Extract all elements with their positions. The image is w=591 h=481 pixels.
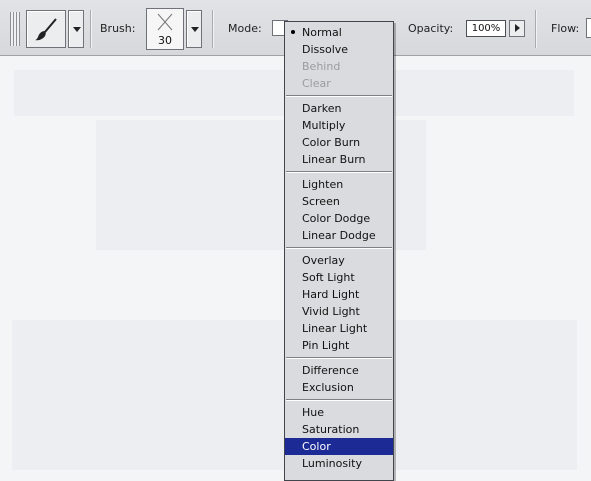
brush-icon <box>35 18 57 41</box>
blend-mode-menu: Normal Dissolve Behind Clear Darken Multiply C… <box>284 21 394 481</box>
menu-item-color[interactable]: Color <box>285 438 393 455</box>
menu-separator <box>286 399 392 401</box>
toolbar-divider <box>535 10 536 48</box>
brush-size-value: 30 <box>158 34 172 47</box>
tool-preset-picker[interactable] <box>26 10 66 48</box>
mode-label: Mode: <box>228 22 262 35</box>
brush-label: Brush: <box>100 22 136 35</box>
brush-preset-picker[interactable]: 30 <box>146 8 184 50</box>
chevron-down-icon <box>191 27 199 32</box>
menu-item-darken[interactable]: Darken <box>285 100 393 117</box>
menu-item-lighten[interactable]: Lighten <box>285 176 393 193</box>
menu-item-multiply[interactable]: Multiply <box>285 117 393 134</box>
menu-item-dissolve[interactable]: Dissolve <box>285 41 393 58</box>
chevron-right-icon <box>515 24 520 32</box>
menu-item-soft-light[interactable]: Soft Light <box>285 269 393 286</box>
opacity-input[interactable]: 100% <box>466 20 506 37</box>
menu-item-linear-dodge[interactable]: Linear Dodge <box>285 227 393 244</box>
menu-item-saturation[interactable]: Saturation <box>285 421 393 438</box>
toolbar-grip[interactable] <box>10 12 20 46</box>
menu-separator <box>286 247 392 249</box>
menu-item-hard-light[interactable]: Hard Light <box>285 286 393 303</box>
menu-item-luminosity[interactable]: Luminosity <box>285 455 393 472</box>
brush-tip-icon <box>157 13 173 31</box>
opacity-label: Opacity: <box>408 22 454 35</box>
toolbar-divider <box>212 10 213 48</box>
menu-item-difference[interactable]: Difference <box>285 362 393 379</box>
menu-item-linear-burn[interactable]: Linear Burn <box>285 151 393 168</box>
toolbar-divider <box>90 10 91 48</box>
brush-dropdown-button[interactable] <box>186 10 202 48</box>
menu-separator <box>286 171 392 173</box>
flow-input[interactable] <box>586 18 591 38</box>
menu-item-exclusion[interactable]: Exclusion <box>285 379 393 396</box>
menu-item-color-burn[interactable]: Color Burn <box>285 134 393 151</box>
menu-item-behind: Behind <box>302 60 341 73</box>
menu-item-vivid-light[interactable]: Vivid Light <box>285 303 393 320</box>
menu-item-normal[interactable]: Normal <box>285 24 393 41</box>
menu-item-color-dodge[interactable]: Color Dodge <box>285 210 393 227</box>
menu-separator <box>286 357 392 359</box>
menu-item-clear: Clear <box>302 77 331 90</box>
checked-bullet-icon <box>291 30 295 34</box>
chevron-down-icon <box>73 27 81 32</box>
menu-item-overlay[interactable]: Overlay <box>285 252 393 269</box>
menu-item-screen[interactable]: Screen <box>285 193 393 210</box>
tool-preset-dropdown-button[interactable] <box>68 10 84 48</box>
menu-item-pin-light[interactable]: Pin Light <box>285 337 393 354</box>
menu-item-linear-light[interactable]: Linear Light <box>285 320 393 337</box>
flow-label: Flow: <box>551 22 580 35</box>
menu-separator <box>286 95 392 97</box>
opacity-slider-button[interactable] <box>509 20 525 37</box>
menu-item-hue[interactable]: Hue <box>285 404 393 421</box>
